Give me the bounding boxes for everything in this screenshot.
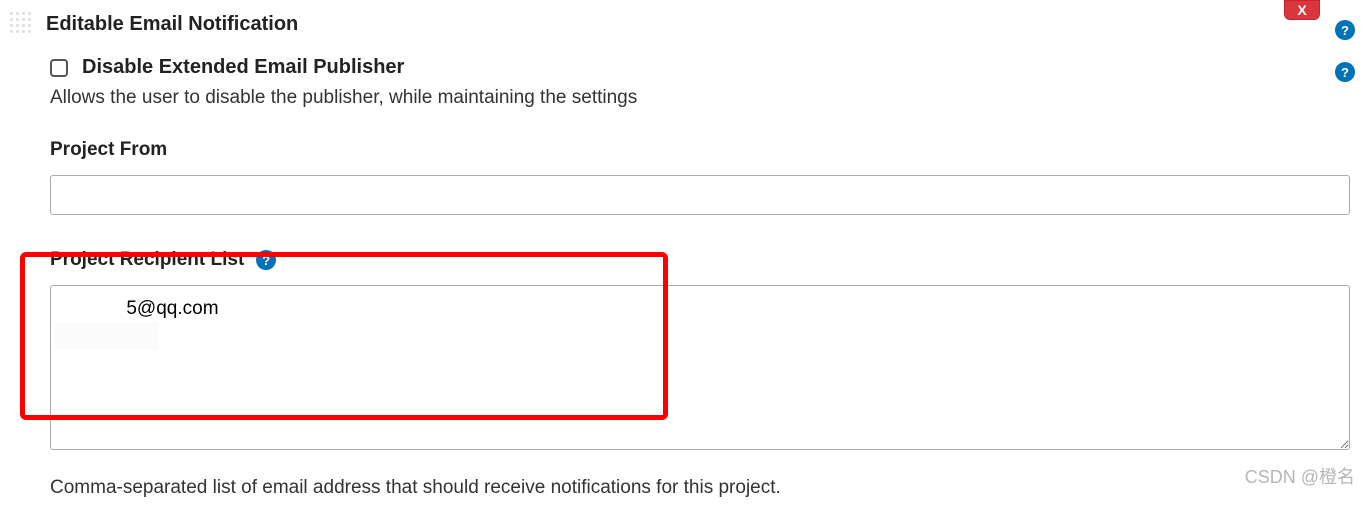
disable-publisher-checkbox[interactable] [50, 59, 68, 77]
disable-publisher-row: Disable Extended Email Publisher [50, 56, 1360, 79]
project-recipient-description: Comma-separated list of email address th… [50, 477, 1360, 499]
delete-button[interactable]: X [1284, 0, 1320, 20]
delete-x-icon: X [1297, 2, 1306, 18]
project-from-input[interactable] [50, 175, 1350, 215]
project-recipient-list-label: Project Recipient List ? [50, 249, 1360, 271]
watermark-text: CSDN @橙名 [1245, 463, 1355, 489]
disable-publisher-description: Allows the user to disable the publisher… [50, 87, 1360, 109]
section-title: Editable Email Notification [46, 10, 1360, 38]
drag-handle-icon[interactable] [10, 12, 32, 34]
help-icon[interactable]: ? [1335, 62, 1355, 82]
project-from-label: Project From [50, 139, 1360, 161]
email-notification-section: X ? ? Editable Email Notification Disabl… [0, 0, 1370, 499]
project-recipient-list-input[interactable]: 5@qq.com [50, 285, 1350, 450]
help-icon[interactable]: ? [1335, 20, 1355, 40]
disable-publisher-label: Disable Extended Email Publisher [82, 56, 404, 79]
help-icon[interactable]: ? [256, 250, 276, 270]
